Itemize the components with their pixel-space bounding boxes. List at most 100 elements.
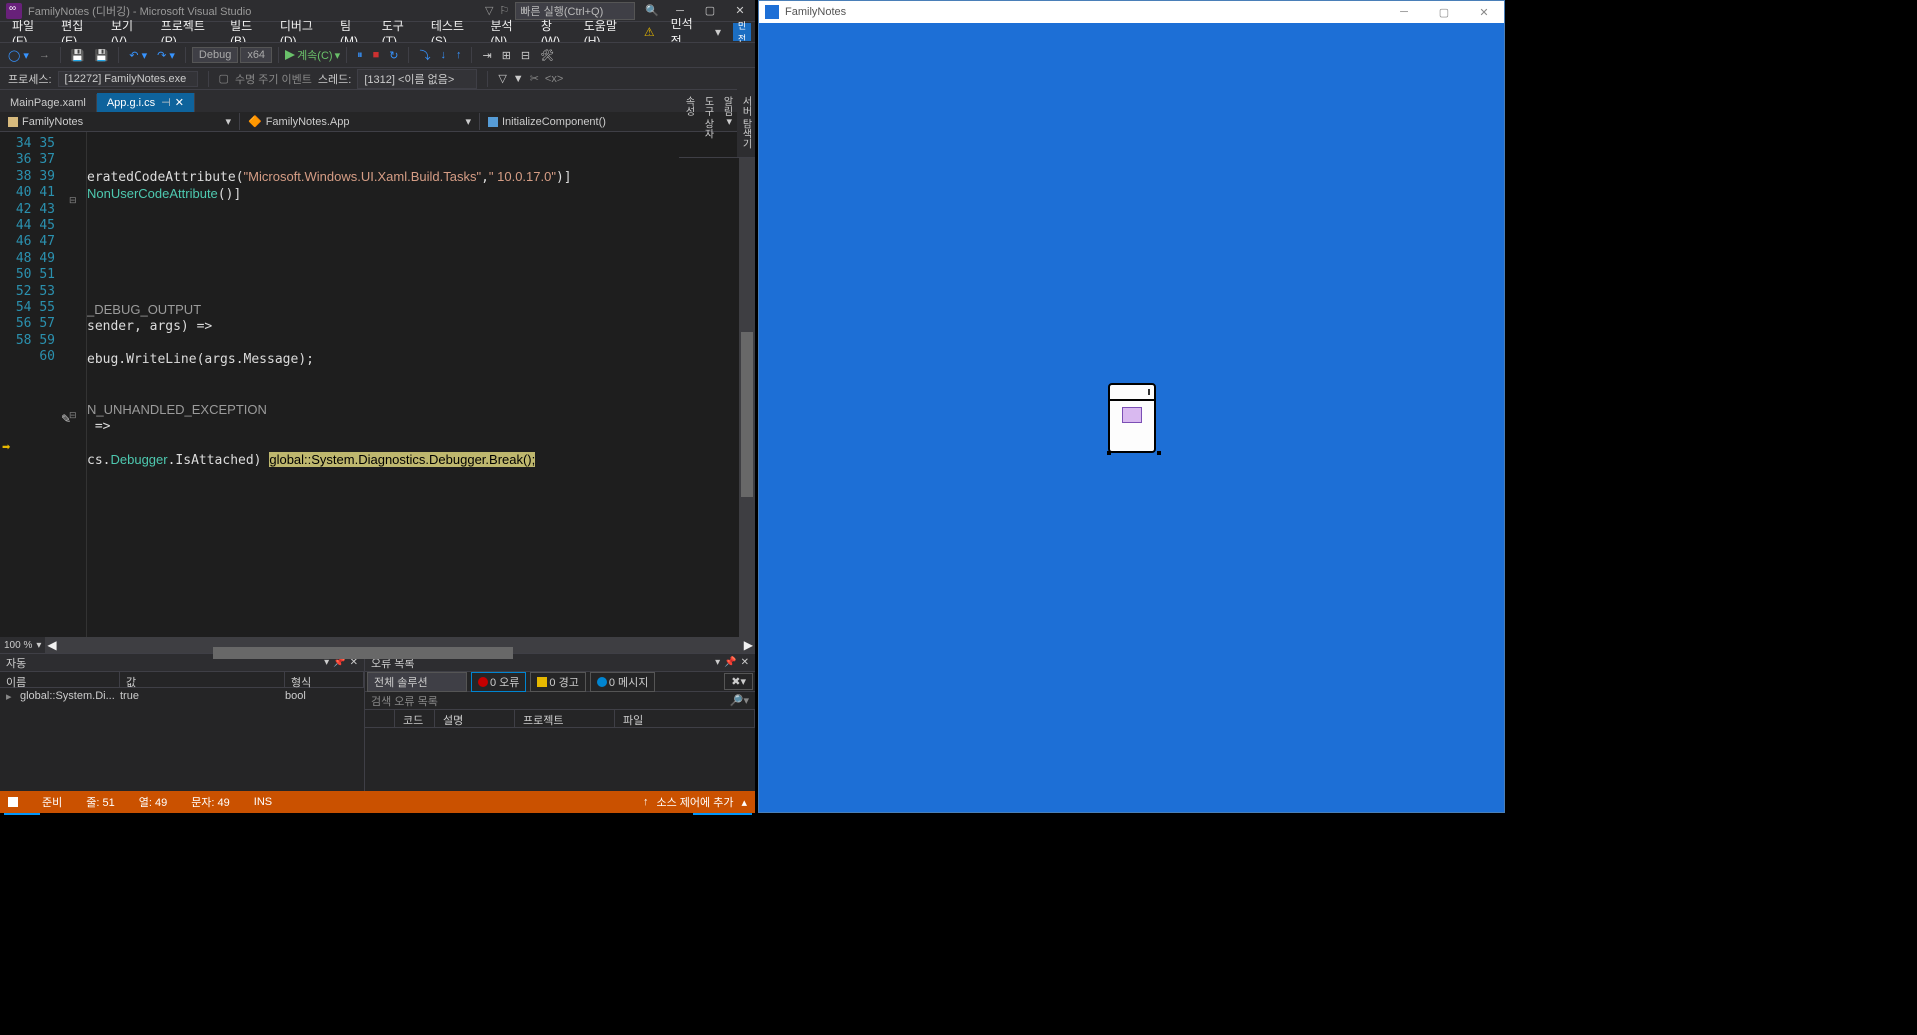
vs-window: FamilyNotes (디버깅) - Microsoft Visual Stu…: [0, 0, 755, 813]
close-icon[interactable]: ✕: [741, 657, 749, 668]
save-button[interactable]: 💾: [67, 47, 89, 64]
error-list-window: 오류 목록▾📌✕ 전체 솔루션 0 오류 0 경고 0 메시지 ✖▾ 검색 오류…: [365, 654, 755, 813]
scope-dropdown[interactable]: 전체 솔루션: [367, 672, 467, 692]
outlining-margin[interactable]: ⊟ ⊟ ✎: [67, 132, 87, 637]
process-label: 프로세스:: [8, 71, 52, 87]
fridge-icon: [1108, 383, 1156, 453]
lifecycle-icon[interactable]: ▢: [219, 72, 229, 85]
minimize-button[interactable]: ─: [1384, 1, 1424, 23]
project-dropdown[interactable]: FamilyNotes▾: [0, 113, 240, 130]
tab-appgics[interactable]: App.g.i.cs⊣✕: [97, 93, 195, 112]
familynotes-app-window: FamilyNotes ─ ▢ ✕: [758, 0, 1505, 813]
sidetab-notifications[interactable]: 알림: [717, 88, 736, 158]
undo-button[interactable]: ↶ ▾: [125, 47, 151, 64]
editor-horizontal-scrollbar[interactable]: 100 %▾ ◀ ▶: [0, 637, 755, 653]
autos-window: 자동▾📌✕ 이름 값 형식 global::System.Di... true …: [0, 654, 365, 813]
sidetab-toolbox[interactable]: 도구 상자: [698, 88, 717, 158]
class-dropdown[interactable]: 🔶FamilyNotes.App▾: [240, 113, 480, 130]
lifecycle-label[interactable]: 수명 주기 이벤트: [235, 71, 312, 87]
platform-dropdown[interactable]: x64: [240, 47, 272, 63]
info-icon: [597, 677, 607, 687]
process-dropdown[interactable]: [12272] FamilyNotes.exe: [58, 71, 198, 87]
maximize-button[interactable]: ▢: [1424, 1, 1464, 23]
autos-body[interactable]: global::System.Di... true bool: [0, 688, 364, 793]
bottom-tool-windows: 자동▾📌✕ 이름 값 형식 global::System.Di... true …: [0, 653, 755, 813]
xaml-icon[interactable]: <x>: [545, 73, 563, 85]
app-body[interactable]: [759, 23, 1504, 812]
document-tabs: MainPage.xaml App.g.i.cs⊣✕ ▾: [0, 90, 755, 112]
vs-statusbar: 준비 줄: 51 열: 49 문자: 49 INS ↑ 소스 제어에 추가 ▴: [0, 791, 755, 813]
warning-icon[interactable]: ⚠: [636, 23, 663, 41]
error-columns: 코드 설명 프로젝트 파일: [365, 710, 755, 728]
app-title: FamilyNotes: [785, 6, 846, 18]
close-tab-icon[interactable]: ✕: [175, 97, 184, 109]
edit-indicator-icon: ✎: [61, 412, 71, 426]
close-button[interactable]: ✕: [1464, 1, 1504, 23]
stop-debug-button[interactable]: ■: [369, 47, 384, 63]
zoom-dropdown[interactable]: 100 %▾: [0, 637, 45, 653]
messages-chip[interactable]: 0 메시지: [590, 672, 656, 692]
error-icon: [478, 677, 488, 687]
warnings-chip[interactable]: 0 경고: [530, 672, 585, 692]
errors-chip[interactable]: 0 오류: [471, 672, 526, 692]
source-control-label[interactable]: 소스 제어에 추가: [657, 794, 734, 810]
sidetab-server-explorer[interactable]: 서버 탐색기: [736, 88, 755, 158]
line-numbers: 34 35 36 37 38 39 40 41 42 43 44 45 46 4…: [12, 132, 67, 637]
search-icon[interactable]: 🔎▾: [730, 694, 749, 707]
csharp-project-icon: [8, 117, 18, 127]
step-filter-icon[interactable]: ✂: [530, 72, 539, 85]
step-into-button[interactable]: ↓: [436, 47, 450, 63]
error-body[interactable]: [365, 728, 755, 793]
uwp-titlebar[interactable]: FamilyNotes ─ ▢ ✕: [759, 1, 1504, 23]
build-filter-icon[interactable]: ✖▾: [724, 673, 753, 690]
autos-row[interactable]: global::System.Di... true bool: [0, 688, 364, 704]
error-search[interactable]: 검색 오류 목록🔎▾: [365, 692, 755, 710]
threads-icon[interactable]: ⊞: [498, 47, 515, 64]
search-icon[interactable]: 🔍: [645, 4, 659, 17]
nav-fwd-button[interactable]: →: [35, 47, 54, 63]
show-next-stmt-icon[interactable]: ⇥: [478, 47, 495, 64]
tab-mainpage[interactable]: MainPage.xaml: [0, 94, 97, 112]
config-dropdown[interactable]: Debug: [192, 47, 238, 63]
status-char: 문자: 49: [191, 794, 230, 810]
dropdown-icon[interactable]: ▾: [715, 657, 720, 668]
save-all-button[interactable]: 💾: [91, 47, 113, 64]
pin-icon[interactable]: ⊣: [161, 97, 171, 109]
code-editor[interactable]: ➡ 34 35 36 37 38 39 40 41 42 43 44 45 46…: [0, 132, 755, 637]
publish-icon[interactable]: ↑: [643, 796, 649, 808]
editor-vertical-scrollbar[interactable]: [739, 132, 755, 637]
pin-icon[interactable]: 📌: [724, 657, 736, 668]
vs-logo-icon: [6, 3, 22, 19]
thread-label: 스레드:: [318, 71, 351, 87]
restart-button[interactable]: ↻: [385, 47, 402, 64]
sidetab-properties[interactable]: 속성: [679, 88, 698, 158]
code-nav-bar: FamilyNotes▾ 🔶FamilyNotes.App▾ Initializ…: [0, 112, 755, 132]
filter-icon[interactable]: ▼: [513, 73, 524, 85]
continue-button[interactable]: 계속(C) ▾: [285, 47, 340, 63]
class-icon: 🔶: [248, 115, 262, 128]
status-ins: INS: [254, 796, 272, 808]
status-line: 줄: 51: [86, 794, 114, 810]
redo-button[interactable]: ↷ ▾: [153, 47, 179, 64]
status-col: 열: 49: [139, 794, 167, 810]
break-all-button[interactable]: ⏸: [353, 47, 367, 64]
main-toolbar: ◯ ▾ → 💾 💾 ↶ ▾ ↷ ▾ Debug x64 계속(C) ▾ ⏸ ■ …: [0, 42, 755, 68]
autos-columns: 이름 값 형식: [0, 672, 364, 688]
user-dropdown-icon[interactable]: ▾: [707, 23, 729, 41]
glyph-margin[interactable]: ➡: [0, 132, 12, 637]
code-content[interactable]: eratedCodeAttribute("Microsoft.Windows.U…: [87, 132, 739, 637]
nav-back-button[interactable]: ◯ ▾: [4, 47, 33, 64]
process-toolbar: 프로세스: [12272] FamilyNotes.exe ▢ 수명 주기 이벤…: [0, 68, 755, 90]
method-icon: [488, 117, 498, 127]
live-tree-button[interactable]: ⊟: [517, 47, 534, 64]
warning-icon: [537, 677, 547, 687]
toolbox-icon[interactable]: 🛠: [536, 47, 558, 64]
step-out-button[interactable]: ↑: [452, 47, 466, 63]
right-side-tabs: 서버 탐색기 알림 도구 상자 속성: [737, 88, 755, 158]
status-mode-icon: [8, 797, 18, 807]
thread-dropdown[interactable]: [1312] <이름 없음>: [357, 69, 477, 89]
user-avatar[interactable]: 민전: [733, 23, 751, 41]
source-control-up-icon[interactable]: ▴: [741, 796, 747, 809]
stack-frame-icon[interactable]: ▽: [498, 72, 506, 85]
step-over-button[interactable]: ⤵: [415, 45, 434, 65]
